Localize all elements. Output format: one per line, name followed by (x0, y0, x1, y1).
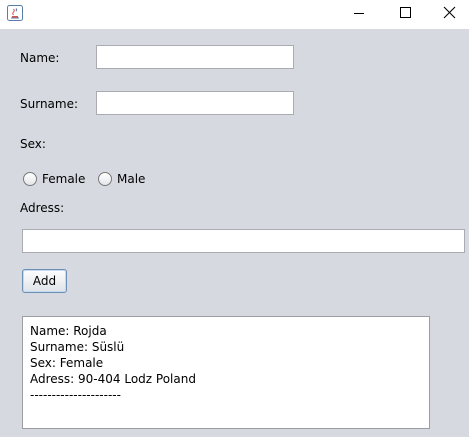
address-field[interactable] (22, 229, 465, 253)
minimize-icon (354, 13, 364, 14)
female-label: Female (42, 172, 86, 186)
surname-label: Surname: (20, 97, 79, 111)
close-icon (443, 6, 456, 19)
name-label: Name: (20, 51, 60, 65)
output-line: Name: Rojda (30, 324, 107, 338)
title-bar (0, 0, 469, 29)
surname-field[interactable] (96, 91, 294, 115)
output-line: Surname: Süslü (30, 340, 125, 354)
output-text-area[interactable]: Name: Rojda Surname: Süslü Sex: Female A… (22, 316, 430, 429)
add-button[interactable]: Add (22, 269, 67, 293)
form-panel: Name: Surname: Sex: Female Male Adress: … (0, 29, 469, 437)
maximize-button[interactable] (382, 0, 428, 29)
male-radio[interactable] (98, 172, 112, 186)
address-label: Adress: (20, 201, 65, 215)
maximize-icon (400, 7, 411, 18)
output-line: Sex: Female (30, 356, 104, 370)
sex-label: Sex: (20, 137, 46, 151)
male-label: Male (117, 172, 146, 186)
java-app-icon (7, 5, 23, 21)
minimize-button[interactable] (336, 0, 382, 29)
female-radio[interactable] (23, 172, 37, 186)
close-button[interactable] (427, 0, 469, 29)
name-field[interactable] (96, 45, 294, 69)
output-line: --------------------- (30, 388, 121, 402)
output-line: Adress: 90-404 Lodz Poland (30, 372, 196, 386)
